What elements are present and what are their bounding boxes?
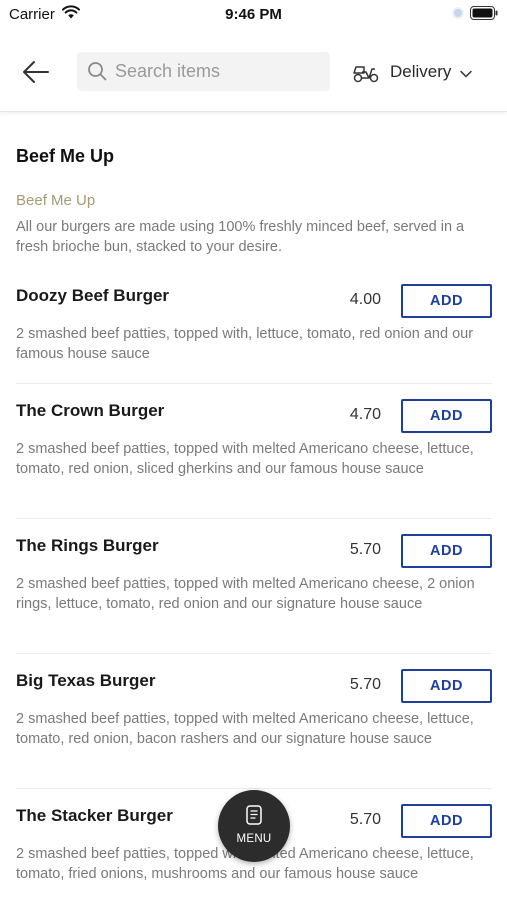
arrow-left-icon[interactable] <box>20 56 52 88</box>
divider <box>16 653 492 654</box>
search-icon <box>88 62 107 81</box>
item-name: Doozy Beef Burger <box>16 286 170 305</box>
category-subtitle: Beef Me Up <box>16 192 96 209</box>
search-input[interactable] <box>115 52 320 91</box>
delivery-mode-selector[interactable]: Delivery <box>352 58 473 86</box>
item-name: The Rings Burger <box>16 536 159 555</box>
item-description: 2 smashed beef patties, topped with, let… <box>16 326 474 362</box>
item-description: 2 smashed beef patties, topped with melt… <box>16 441 474 477</box>
chevron-down-icon <box>460 70 473 78</box>
item-price: 4.00 <box>349 291 381 308</box>
item-name: The Stacker Burger <box>16 806 173 825</box>
item-price: 4.70 <box>349 406 381 423</box>
location-icon <box>452 7 464 19</box>
delivery-label: Delivery <box>390 62 452 81</box>
status-time: 9:46 PM <box>225 6 282 23</box>
status-bar: Carrier 9:46 PM <box>0 0 507 28</box>
menu-button[interactable]: MENU <box>218 790 290 862</box>
scooter-icon <box>353 66 379 83</box>
top-nav-bar: Delivery <box>0 38 507 112</box>
divider <box>16 518 492 519</box>
divider <box>16 788 492 789</box>
item-description: 2 smashed beef patties, topped with melt… <box>16 711 474 747</box>
menu-card-icon <box>246 805 262 825</box>
menu-label: MENU <box>236 833 272 845</box>
item-price: 5.70 <box>349 676 381 693</box>
add-button[interactable]: ADD <box>401 534 492 568</box>
add-button[interactable]: ADD <box>401 284 492 318</box>
search-box[interactable] <box>77 52 330 91</box>
add-button[interactable]: ADD <box>401 399 492 433</box>
add-button[interactable]: ADD <box>401 804 492 838</box>
category-title: Beef Me Up <box>16 146 115 166</box>
add-button[interactable]: ADD <box>401 669 492 703</box>
item-price: 5.70 <box>349 811 381 828</box>
item-name: Big Texas Burger <box>16 671 156 690</box>
item-description: 2 smashed beef patties, topped with melt… <box>16 576 475 612</box>
divider <box>16 383 492 384</box>
battery-icon <box>470 6 498 20</box>
item-price: 5.70 <box>349 541 381 558</box>
item-name: The Crown Burger <box>16 401 165 420</box>
category-description: All our burgers are made using 100% fres… <box>16 219 465 255</box>
